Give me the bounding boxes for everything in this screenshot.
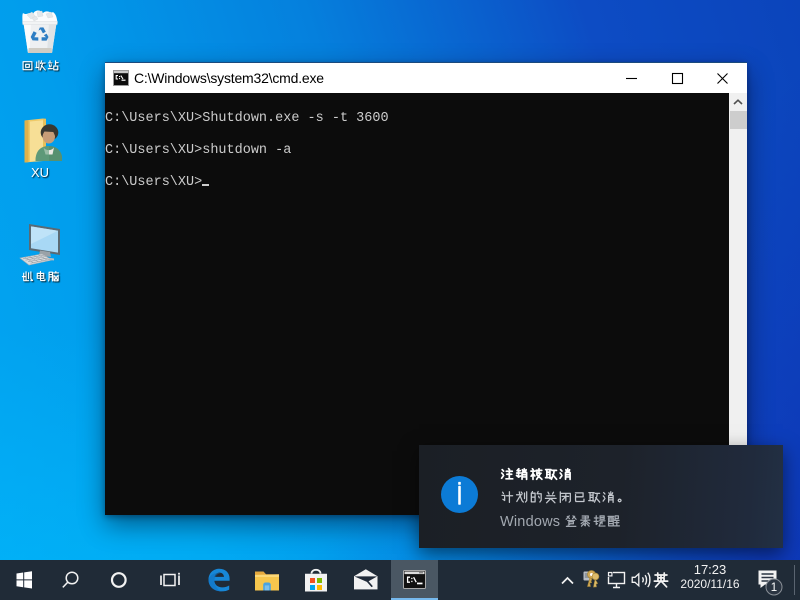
svg-text:1: 1 [771,582,777,594]
